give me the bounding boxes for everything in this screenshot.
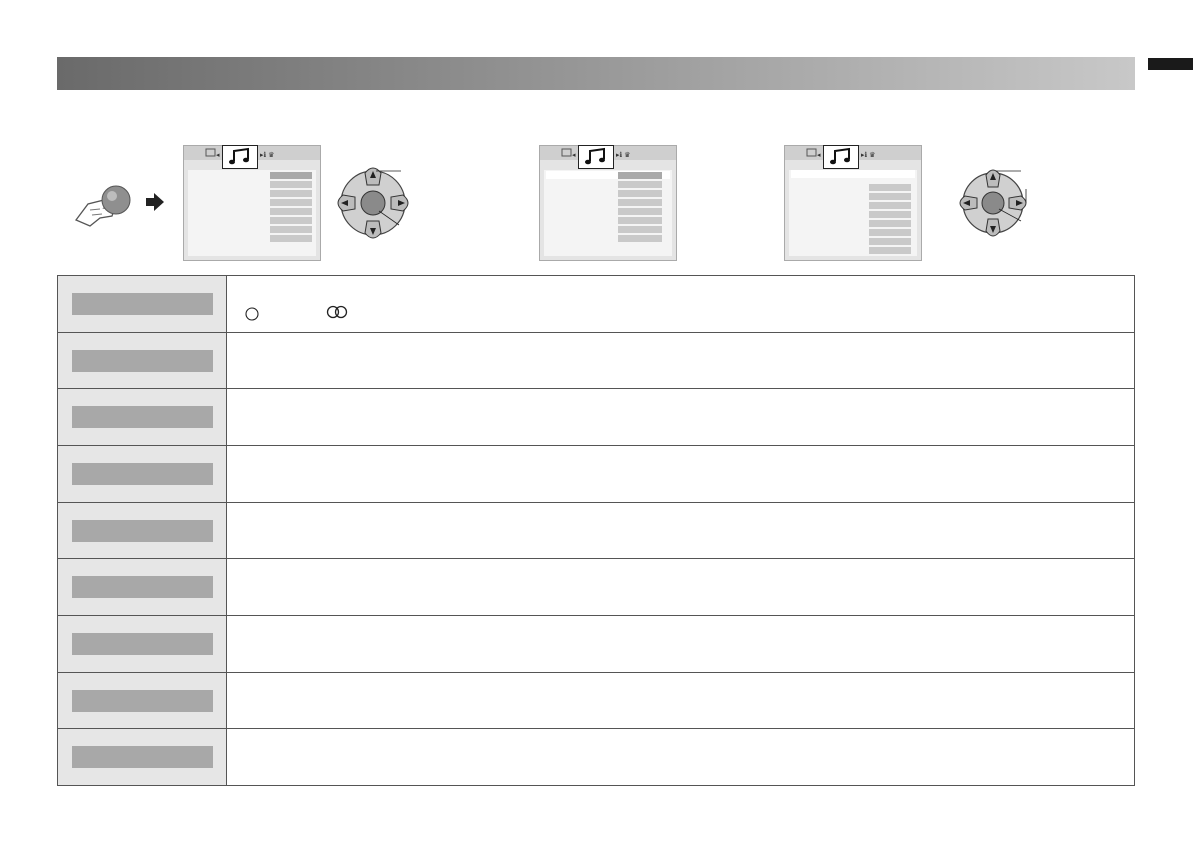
table-row xyxy=(57,389,1135,446)
table-row xyxy=(57,616,1135,673)
table-row xyxy=(57,446,1135,503)
setting-label xyxy=(72,746,213,768)
table-row xyxy=(57,503,1135,559)
svg-text:◂: ◂ xyxy=(572,152,576,159)
svg-text:▸ℹ ♛: ▸ℹ ♛ xyxy=(861,151,875,159)
label-cell xyxy=(57,559,227,615)
svg-text:◂: ◂ xyxy=(817,152,821,159)
side-tab-marker xyxy=(1148,58,1193,70)
svg-text:▸ℹ ♛: ▸ℹ ♛ xyxy=(616,151,630,159)
menu-body xyxy=(544,170,672,256)
dpad-icon xyxy=(959,169,1027,237)
menu-body xyxy=(789,170,917,256)
setting-label xyxy=(72,520,213,542)
setting-label xyxy=(72,690,213,712)
menu-screen-3: ◂ ▸ℹ ♛ xyxy=(784,145,922,261)
setting-label xyxy=(72,350,213,372)
label-cell xyxy=(57,333,227,388)
single-circle-icon xyxy=(245,307,259,321)
label-cell xyxy=(57,276,227,332)
menu-screen-1: ◂ ▸ℹ ♛ xyxy=(183,145,321,261)
settings-table xyxy=(57,275,1135,786)
music-note-icon xyxy=(578,145,614,169)
audio-mode-symbols xyxy=(245,305,348,321)
table-row xyxy=(57,729,1135,786)
svg-text:▸ℹ ♛: ▸ℹ ♛ xyxy=(260,151,274,159)
dpad-icon xyxy=(337,167,409,239)
table-row xyxy=(57,333,1135,389)
music-note-icon xyxy=(222,145,258,169)
pointing-hand-icon xyxy=(74,185,131,227)
header-bar xyxy=(57,57,1135,90)
table-row xyxy=(57,276,1135,333)
label-cell xyxy=(57,616,227,672)
music-note-icon xyxy=(823,145,859,169)
setting-label xyxy=(72,406,213,428)
setting-label xyxy=(72,293,213,315)
table-row xyxy=(57,673,1135,729)
menu-screen-2: ◂ ▸ℹ ♛ xyxy=(539,145,677,261)
table-row xyxy=(57,559,1135,616)
label-cell xyxy=(57,446,227,502)
label-cell xyxy=(57,503,227,558)
setting-label xyxy=(72,463,213,485)
setting-label xyxy=(72,576,213,598)
right-arrow-icon xyxy=(146,193,164,211)
svg-text:◂: ◂ xyxy=(216,152,220,159)
double-circle-icon xyxy=(326,305,348,319)
menu-body xyxy=(188,170,316,256)
label-cell xyxy=(57,729,227,785)
label-cell xyxy=(57,389,227,445)
setting-label xyxy=(72,633,213,655)
label-cell xyxy=(57,673,227,728)
